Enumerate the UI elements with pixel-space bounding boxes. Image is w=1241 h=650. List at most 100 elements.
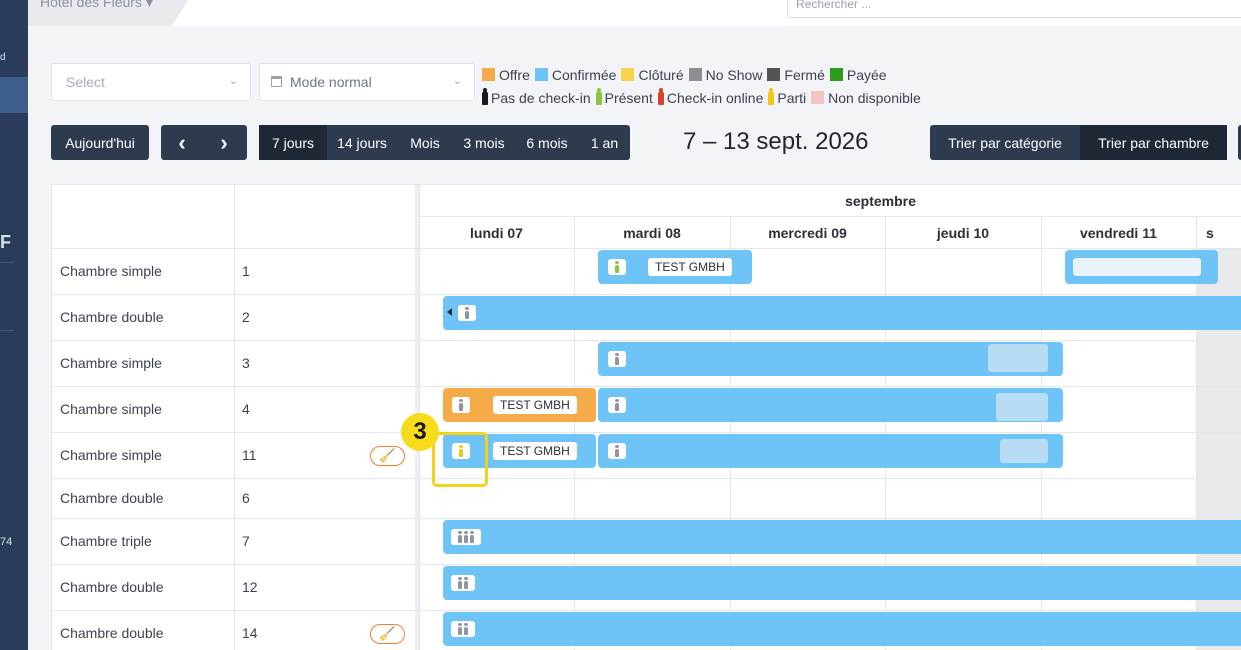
hotel-name[interactable]: Hôtel des Fleurs ▾: [40, 0, 153, 11]
legend-swatch: [767, 68, 781, 81]
legend-item: Check-in online: [657, 87, 764, 106]
row-divider: [52, 610, 1241, 611]
legend-item: Pas de check-in: [482, 87, 591, 106]
guest-pair-icon: [451, 621, 475, 637]
guest-not-checked-in-icon: [452, 397, 470, 413]
booking-bar[interactable]: TEST GMBH: [598, 250, 752, 284]
legend-label: Confirmée: [551, 66, 617, 83]
booking-bar[interactable]: [598, 434, 1063, 468]
room-category: Chambre double: [60, 625, 164, 641]
booking-bar[interactable]: [1065, 250, 1218, 284]
legend-label: Parti: [777, 89, 807, 106]
sidebar-active-item[interactable]: [0, 77, 28, 113]
period-1-year[interactable]: 1 an: [579, 125, 630, 160]
day-header: vendredi 11: [1079, 224, 1158, 241]
guest-not-checked-in-icon: [458, 305, 476, 321]
prev-button[interactable]: ‹: [161, 125, 203, 160]
legend-label: Fermé: [784, 66, 825, 83]
booking-bar[interactable]: [443, 296, 1241, 330]
row-divider: [52, 248, 1241, 249]
legend-swatch: [811, 91, 825, 104]
period-7-days[interactable]: 7 jours: [259, 125, 327, 160]
legend-label: Présent: [604, 89, 653, 106]
row-divider: [52, 294, 1241, 295]
legend-item: Non disponible: [811, 90, 921, 106]
guest-not-checked-in-icon: [608, 443, 626, 459]
booking-bar[interactable]: [443, 520, 1241, 554]
booking-bar[interactable]: [443, 612, 1241, 646]
guest-pair-icon: [451, 575, 475, 591]
cleaning-broom-icon[interactable]: 🧹: [370, 446, 405, 466]
legend-item: Fermé: [767, 66, 825, 83]
legend-item: Présent: [595, 87, 653, 106]
room-category: Chambre double: [60, 309, 164, 325]
search-placeholder: Rechercher ...: [796, 0, 872, 11]
legend-label: Pas de check-in: [491, 89, 591, 106]
legend-swatch: [688, 68, 702, 81]
booking-name: TEST GMBH: [648, 258, 732, 276]
booking-bar-offer[interactable]: TEST GMBH: [443, 388, 596, 422]
calendar-icon: [271, 76, 282, 87]
booking-bar[interactable]: [598, 388, 1063, 422]
day-header: jeudi 10: [936, 224, 990, 241]
legend-label: Non disponible: [828, 89, 921, 106]
period-month[interactable]: Mois: [397, 125, 453, 160]
day-header: lundi 07: [470, 224, 523, 241]
sort-group: Trier par catégorie Trier par chambre: [930, 125, 1227, 160]
sidebar-text-fragment: 74: [0, 536, 13, 548]
legend-item: Confirmée: [534, 66, 617, 83]
room-category: Chambre triple: [60, 533, 152, 549]
booking-name: TEST GMBH: [493, 396, 577, 414]
legend-label: Clôturé: [638, 66, 684, 83]
period-14-days[interactable]: 14 jours: [327, 125, 397, 160]
legend-label: Offre: [499, 66, 530, 83]
sort-by-room-button[interactable]: Trier par chambre: [1080, 125, 1227, 160]
legend-swatch: [829, 68, 843, 81]
select-dropdown[interactable]: Select ⌄: [51, 63, 251, 101]
sidebar-divider: [0, 330, 14, 331]
room-number: 3: [242, 355, 250, 371]
room-number: 4: [242, 401, 250, 417]
booking-bar[interactable]: [443, 566, 1241, 600]
mode-label: Mode normal: [290, 74, 372, 90]
guest-not-checked-in-icon: [608, 351, 626, 367]
room-number: 1: [242, 263, 250, 279]
step-badge: 3: [401, 413, 439, 451]
period-3-months[interactable]: 3 mois: [453, 125, 515, 160]
booking-bar[interactable]: [598, 342, 1063, 376]
period-6-months[interactable]: 6 mois: [515, 125, 579, 160]
legend-item: Parti: [768, 87, 807, 106]
cleaning-broom-icon[interactable]: 🧹: [370, 624, 405, 644]
next-button[interactable]: ›: [203, 125, 245, 160]
chevron-down-icon: ⌄: [452, 75, 462, 87]
mode-select[interactable]: Mode normal ⌄: [259, 63, 475, 101]
legend-swatch: [534, 68, 548, 81]
room-number: 2: [242, 309, 250, 325]
sidebar-text-fragment: d: [0, 52, 6, 63]
guest-present-icon: [608, 259, 626, 275]
room-category: Chambre simple: [60, 447, 162, 463]
legend-label: Payée: [846, 66, 887, 83]
person-status-icon: [768, 87, 775, 105]
day-header: s: [1206, 224, 1214, 241]
room-category: Chambre simple: [60, 263, 162, 279]
person-status-icon: [657, 87, 664, 105]
chevron-down-icon: ⌄: [228, 75, 238, 87]
room-number: 7: [242, 533, 250, 549]
room-category: Chambre simple: [60, 355, 162, 371]
nav-arrows: ‹ ›: [161, 125, 247, 160]
today-button[interactable]: Aujourd'hui: [51, 125, 149, 160]
legend-item: Payée: [829, 66, 887, 83]
highlight-box: [432, 432, 488, 487]
sidebar-icon-fragment[interactable]: F: [0, 232, 11, 253]
row-divider: [52, 478, 1241, 479]
guest-not-checked-in-icon: [608, 397, 626, 413]
legend-label: Check-in online: [666, 89, 764, 106]
row-divider: [52, 518, 1241, 519]
search-input[interactable]: Rechercher ...: [787, 0, 1241, 18]
sort-by-category-button[interactable]: Trier par catégorie: [930, 125, 1080, 160]
day-header: mercredi 09: [768, 224, 847, 241]
person-status-icon: [482, 87, 488, 105]
legend-item: No Show: [688, 67, 762, 83]
room-category: Chambre double: [60, 490, 164, 506]
